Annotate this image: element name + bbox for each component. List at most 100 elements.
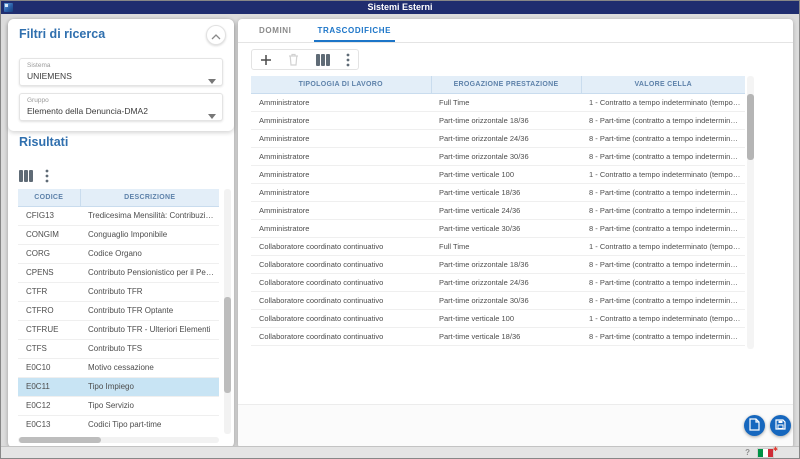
save-button[interactable]: [770, 415, 791, 436]
left-panel: Filtri di ricerca Sistema UNIEMENS Grupp…: [8, 19, 234, 448]
table-cell: Amministratore: [251, 201, 431, 219]
table-row[interactable]: AmministratorePart-time verticale 18/368…: [251, 183, 745, 201]
table-row[interactable]: E0C10Motivo cessazione: [18, 358, 219, 377]
table-cell: CPENS: [18, 263, 80, 282]
table-cell: Part-time verticale 24/36: [431, 201, 581, 219]
filters-card: Filtri di ricerca Sistema UNIEMENS Grupp…: [8, 19, 234, 131]
column-header-tipologia[interactable]: TIPOLOGIA DI LAVORO: [251, 76, 431, 93]
export-document-button[interactable]: [744, 415, 765, 436]
table-cell: E0C10: [18, 358, 80, 377]
help-icon[interactable]: ?: [745, 448, 750, 457]
column-header-erogazione[interactable]: EROGAZIONE PRESTAZIONE: [431, 76, 581, 93]
table-cell: 8 - Part-time (contratto a tempo indeter…: [581, 111, 745, 129]
table-row[interactable]: CTFROContributo TFR Optante: [18, 301, 219, 320]
table-cell: 8 - Part-time (contratto a tempo indeter…: [581, 291, 745, 309]
table-cell: Tipo Impiego: [80, 377, 219, 396]
table-row[interactable]: AmministratorePart-time orizzontale 18/3…: [251, 111, 745, 129]
save-icon: [775, 418, 786, 433]
table-row[interactable]: AmministratoreFull Time1 - Contratto a t…: [251, 93, 745, 111]
table-cell: Part-time verticale 18/36: [431, 327, 581, 345]
table-cell: Part-time verticale 24/36: [431, 345, 581, 349]
table-row[interactable]: Collaboratore coordinato continuativoPar…: [251, 345, 745, 349]
table-cell: Contributo TFS: [80, 339, 219, 358]
table-cell: 1 - Contratto a tempo indeterminato (tem…: [581, 309, 745, 327]
column-header-codice[interactable]: CODICE: [18, 189, 80, 206]
collapse-filters-button[interactable]: [206, 25, 226, 45]
column-header-descrizione[interactable]: DESCRIZIONE: [80, 189, 219, 206]
table-row[interactable]: AmministratorePart-time orizzontale 30/3…: [251, 147, 745, 165]
table-cell: CFIG13: [18, 206, 80, 225]
results-vertical-scrollbar[interactable]: [224, 189, 231, 434]
table-row[interactable]: Collaboratore coordinato continuativoPar…: [251, 309, 745, 327]
sistema-select[interactable]: Sistema UNIEMENS: [19, 58, 223, 86]
results-horizontal-scrollbar[interactable]: [18, 437, 219, 443]
table-cell: Conguaglio Imponibile: [80, 225, 219, 244]
columns-icon[interactable]: [19, 170, 33, 182]
transcodings-table: TIPOLOGIA DI LAVORO EROGAZIONE PRESTAZIO…: [251, 76, 745, 349]
table-row[interactable]: Collaboratore coordinato continuativoPar…: [251, 327, 745, 345]
table-cell: Amministratore: [251, 111, 431, 129]
table-row[interactable]: AmministratorePart-time orizzontale 24/3…: [251, 129, 745, 147]
table-cell: Amministratore: [251, 93, 431, 111]
document-icon: [749, 418, 760, 434]
table-row[interactable]: AmministratorePart-time verticale 30/368…: [251, 219, 745, 237]
more-vertical-icon[interactable]: [45, 169, 49, 183]
tab-bar: DOMINI TRASCODIFICHE: [238, 19, 793, 43]
table-row[interactable]: CTFRUEContributo TFR - Ulteriori Element…: [18, 320, 219, 339]
results-toolbar: [19, 169, 49, 183]
right-panel: DOMINI TRASCODIFICHE TIPOLOGIA D: [238, 19, 793, 448]
table-cell: CTFS: [18, 339, 80, 358]
table-row[interactable]: Collaboratore coordinato continuativoPar…: [251, 255, 745, 273]
table-row[interactable]: AmministratorePart-time verticale 24/368…: [251, 201, 745, 219]
tab-domini[interactable]: DOMINI: [257, 19, 294, 42]
table-cell: Contributo TFR - Ulteriori Elementi: [80, 320, 219, 339]
table-row[interactable]: CPENSContributo Pensionistico per il Per…: [18, 263, 219, 282]
more-vertical-icon[interactable]: [346, 53, 350, 67]
table-cell: Amministratore: [251, 129, 431, 147]
table-cell: 1 - Contratto a tempo indeterminato (tem…: [581, 93, 745, 111]
table-row[interactable]: CTFSContributo TFS: [18, 339, 219, 358]
table-row[interactable]: E0C13Codici Tipo part-time: [18, 415, 219, 434]
table-cell: Contributo TFR: [80, 282, 219, 301]
table-cell: Part-time verticale 100: [431, 309, 581, 327]
table-row[interactable]: CFIG13Tredicesima Mensilità: Contribuzio…: [18, 206, 219, 225]
scrollbar-thumb[interactable]: [19, 437, 101, 443]
window-title: Sistemi Esterni: [1, 1, 799, 14]
table-cell: E0C13: [18, 415, 80, 434]
table-cell: 8 - Part-time (contratto a tempo indeter…: [581, 255, 745, 273]
table-cell: Part-time orizzontale 24/36: [431, 273, 581, 291]
table-row[interactable]: CTFRContributo TFR: [18, 282, 219, 301]
tab-trascodifiche[interactable]: TRASCODIFICHE: [316, 19, 394, 42]
table-row[interactable]: Collaboratore coordinato continuativoPar…: [251, 273, 745, 291]
columns-icon[interactable]: [316, 54, 330, 66]
scrollbar-thumb[interactable]: [224, 297, 231, 393]
transcodings-vertical-scrollbar[interactable]: [747, 76, 754, 349]
table-cell: CTFRUE: [18, 320, 80, 339]
titlebar: Sistemi Esterni: [1, 1, 799, 14]
table-row[interactable]: CONGIMConguaglio Imponibile: [18, 225, 219, 244]
table-row[interactable]: E0C11Tipo Impiego: [18, 377, 219, 396]
delete-icon[interactable]: [288, 53, 299, 66]
italian-flag-icon[interactable]: [758, 449, 773, 457]
table-row[interactable]: AmministratorePart-time verticale 1001 -…: [251, 165, 745, 183]
table-row[interactable]: Collaboratore coordinato continuativoFul…: [251, 237, 745, 255]
gruppo-value: Elemento della Denuncia-DMA2: [27, 106, 204, 116]
chevron-up-icon: [211, 28, 221, 43]
table-row[interactable]: E0C12Tipo Servizio: [18, 396, 219, 415]
gruppo-select[interactable]: Gruppo Elemento della Denuncia-DMA2: [19, 93, 223, 121]
table-cell: Tipo Servizio: [80, 396, 219, 415]
table-cell: Codici Tipo part-time: [80, 415, 219, 434]
table-cell: 8 - Part-time (contratto a tempo indeter…: [581, 201, 745, 219]
table-cell: 1 - Contratto a tempo indeterminato (tem…: [581, 237, 745, 255]
table-row[interactable]: Collaboratore coordinato continuativoPar…: [251, 291, 745, 309]
panel-footer: [238, 404, 793, 448]
sistema-value: UNIEMENS: [27, 71, 204, 81]
table-row[interactable]: CORGCodice Organo: [18, 244, 219, 263]
table-cell: Amministratore: [251, 147, 431, 165]
column-header-valore[interactable]: VALORE CELLA: [581, 76, 745, 93]
table-cell: 8 - Part-time (contratto a tempo indeter…: [581, 345, 745, 349]
table-cell: Amministratore: [251, 183, 431, 201]
add-icon[interactable]: [260, 54, 272, 66]
scrollbar-thumb[interactable]: [747, 94, 754, 160]
table-cell: Part-time orizzontale 18/36: [431, 111, 581, 129]
